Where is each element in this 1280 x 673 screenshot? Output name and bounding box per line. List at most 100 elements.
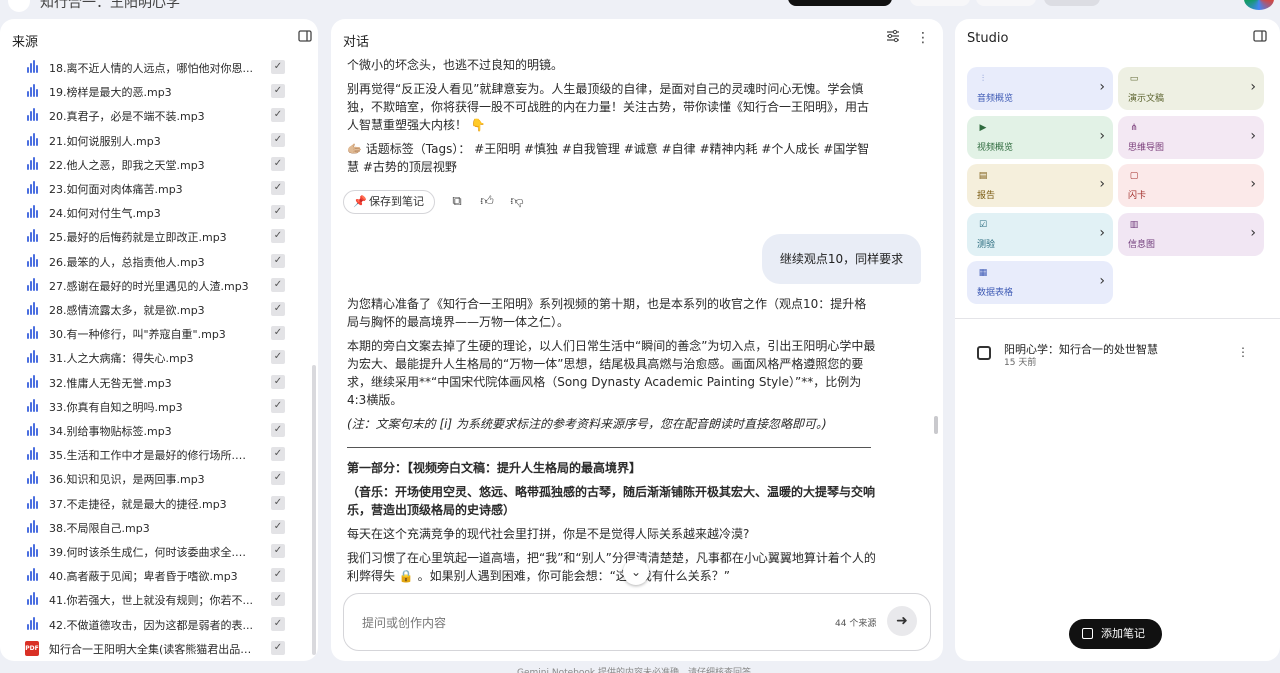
audio-icon	[26, 447, 40, 462]
source-item[interactable]: 32.惟庸人无咎无誉.mp3 ✓	[0, 371, 318, 395]
collapse-panel-icon[interactable]	[1251, 29, 1269, 47]
source-item[interactable]: 42.不做道德攻击，因为这都是弱者的表... ✓	[0, 613, 318, 637]
source-checkbox[interactable]: ✓	[271, 471, 285, 486]
audio-icon	[26, 253, 40, 269]
source-label: 28.感情流露太多，就是欲.mp3	[49, 304, 205, 317]
source-label: 26.最笨的人，总指责他人.mp3	[49, 255, 205, 269]
source-item[interactable]: 20.真君子，必是不端不装.mp3 ✓	[0, 104, 318, 128]
source-checkbox[interactable]: ✓	[271, 616, 285, 631]
source-item[interactable]: 19.榜样是最大的恶.mp3 ✓	[0, 80, 318, 104]
thumb-down-icon[interactable]: 👎︎	[508, 193, 526, 211]
source-item[interactable]: PDF 知行合一王阳明大全集(读客熊猫君出品,... ✓	[0, 637, 318, 661]
source-item[interactable]: 22.他人之恶，即我之天堂.mp3 ✓	[0, 153, 318, 177]
source-checkbox[interactable]: ✓	[271, 398, 285, 413]
source-item[interactable]: 27.感谢在最好的时光里遇见的人渣.mp3 ✓	[0, 274, 318, 298]
source-checkbox[interactable]: ✓	[271, 229, 285, 244]
app-logo[interactable]	[8, 0, 30, 12]
source-checkbox[interactable]: ✓	[271, 495, 285, 510]
source-checkbox[interactable]: ✓	[271, 544, 285, 558]
create-notebook-button[interactable]	[788, 0, 892, 6]
audio-icon	[26, 616, 40, 632]
source-checkbox[interactable]: ✓	[271, 156, 285, 171]
source-item[interactable]: 26.最笨的人，总指责他人.mp3 ✓	[0, 250, 318, 274]
studio-card[interactable]: ⋔ 思维导图 ›	[1118, 115, 1264, 159]
source-item[interactable]: 21.如何说服别人.mp3 ✓	[0, 129, 318, 153]
source-item[interactable]: 33.你真有自知之明吗.mp3 ✓	[0, 395, 318, 419]
source-item[interactable]: 39.何时该杀生成仁，何时该委曲求全.mp3 ✓	[0, 540, 318, 564]
studio-card-label: 报告	[977, 191, 996, 202]
sources-header: 来源	[0, 19, 318, 57]
studio-card[interactable]: ▭ 演示文稿 ›	[1118, 67, 1264, 110]
studio-card[interactable]: ▶ 视频概览 ›	[967, 115, 1113, 159]
source-label: 23.如何面对肉体痛苦.mp3	[49, 183, 183, 196]
source-label: 37.不走捷径，就是最大的捷径.mp3	[49, 497, 227, 511]
source-item[interactable]: 37.不走捷径，就是最大的捷径.mp3 ✓	[0, 492, 318, 516]
disclaimer: Gemini Notebook 提供的内容未必准确，请仔细核查回答。	[517, 668, 760, 673]
sources-scrollbar[interactable]	[312, 365, 316, 655]
source-item[interactable]: 31.人之大病痛：得失心.mp3 ✓	[0, 346, 318, 370]
source-checkbox[interactable]: ✓	[271, 568, 285, 583]
source-item[interactable]: 28.感情流露太多，就是欲.mp3 ✓	[0, 298, 318, 322]
source-label: 30.有一种修行，叫"养寇自重".mp3	[49, 328, 226, 342]
source-checkbox[interactable]: ✓	[271, 132, 285, 147]
source-item[interactable]: 18.离不近人情的人远点，哪怕他对你恩... ✓	[0, 56, 318, 80]
studio-title: Studio	[967, 31, 1009, 46]
tune-icon[interactable]	[884, 29, 902, 47]
apps-button[interactable]	[1044, 0, 1100, 6]
audio-icon	[26, 398, 40, 414]
notebook-title[interactable]: 知行合一：王阳明心学	[40, 0, 180, 12]
source-item[interactable]: 38.不局限自己.mp3 ✓	[0, 516, 318, 540]
source-item[interactable]: 24.如何对付生气.mp3 ✓	[0, 201, 318, 225]
source-item[interactable]: 30.有一种修行，叫"养寇自重".mp3 ✓	[0, 322, 318, 346]
share-button[interactable]	[910, 0, 970, 6]
source-checkbox[interactable]: ✓	[271, 519, 285, 534]
chevron-right-icon: ›	[1250, 79, 1256, 95]
copy-icon[interactable]: ⧉	[448, 193, 466, 211]
source-item[interactable]: 41.你若强大，世上就没有规则；你若不... ✓	[0, 588, 318, 612]
source-label: 19.榜样是最大的恶.mp3	[49, 86, 172, 100]
studio-card[interactable]: ▢ 闪卡 ›	[1118, 164, 1264, 208]
send-button[interactable]: ➜	[887, 606, 917, 636]
source-checkbox[interactable]: ✓	[271, 108, 285, 123]
chat-input[interactable]: 提问或创作内容 44 个来源 ➜	[343, 593, 931, 651]
studio-card[interactable]: ▤ 报告 ›	[967, 164, 1113, 208]
avatar[interactable]	[1244, 0, 1274, 10]
studio-card[interactable]: ▥ 信息图 ›	[1118, 212, 1264, 256]
source-checkbox[interactable]: ✓	[271, 592, 285, 607]
source-item[interactable]: 23.如何面对肉体痛苦.mp3 ✓	[0, 177, 318, 201]
more-vert-icon[interactable]: ⋮	[1237, 345, 1249, 359]
studio-card[interactable]: ▦ 数据表格 ›	[967, 261, 1113, 305]
settings-button[interactable]	[976, 0, 1036, 6]
studio-card[interactable]: ⫶ 音频概览 ›	[967, 67, 1113, 110]
source-checkbox[interactable]: ✓	[271, 205, 285, 220]
collapse-panel-icon[interactable]	[296, 29, 314, 47]
source-checkbox[interactable]: ✓	[271, 423, 285, 437]
source-checkbox[interactable]: ✓	[271, 302, 285, 316]
source-checkbox[interactable]: ✓	[271, 640, 285, 655]
source-checkbox[interactable]: ✓	[271, 374, 285, 389]
add-note-button[interactable]: 添加笔记	[1069, 619, 1162, 649]
source-item[interactable]: 34.别给事物贴标签.mp3 ✓	[0, 419, 318, 443]
source-checkbox[interactable]: ✓	[271, 84, 285, 99]
saved-note-item[interactable]: 阳明心学：知行合一的处世智慧 15 天前 ⋮	[975, 339, 1267, 369]
chat-scrollbar[interactable]	[934, 416, 938, 434]
thumb-up-icon[interactable]: 👍︎	[478, 193, 496, 211]
source-checkbox[interactable]: ✓	[271, 60, 285, 74]
source-checkbox[interactable]: ✓	[271, 350, 285, 365]
source-item[interactable]: 36.知识和见识，是两回事.mp3 ✓	[0, 467, 318, 491]
source-checkbox[interactable]: ✓	[271, 447, 285, 462]
studio-card[interactable]: ☑ 测验 ›	[967, 212, 1113, 256]
source-checkbox[interactable]: ✓	[271, 277, 285, 292]
source-checkbox[interactable]: ✓	[271, 326, 285, 341]
save-to-note-button[interactable]: 📌 保存到笔记	[343, 190, 435, 214]
source-checkbox[interactable]: ✓	[271, 181, 285, 195]
source-item[interactable]: 25.最好的后悔药就是立即改正.mp3 ✓	[0, 225, 318, 249]
sources-title: 来源	[12, 35, 39, 50]
scroll-down-icon[interactable]: ⌄	[623, 559, 649, 585]
source-item[interactable]: 35.生活和工作中才是最好的修行场所.mp3 ✓	[0, 443, 318, 467]
studio-card-label: 信息图	[1128, 239, 1156, 250]
more-vert-icon[interactable]: ⋮	[914, 29, 932, 47]
source-item[interactable]: 40.高者蔽于见闻；卑者昏于嗜欲.mp3 ✓	[0, 564, 318, 588]
chevron-right-icon: ›	[1099, 79, 1105, 95]
source-checkbox[interactable]: ✓	[271, 253, 285, 268]
